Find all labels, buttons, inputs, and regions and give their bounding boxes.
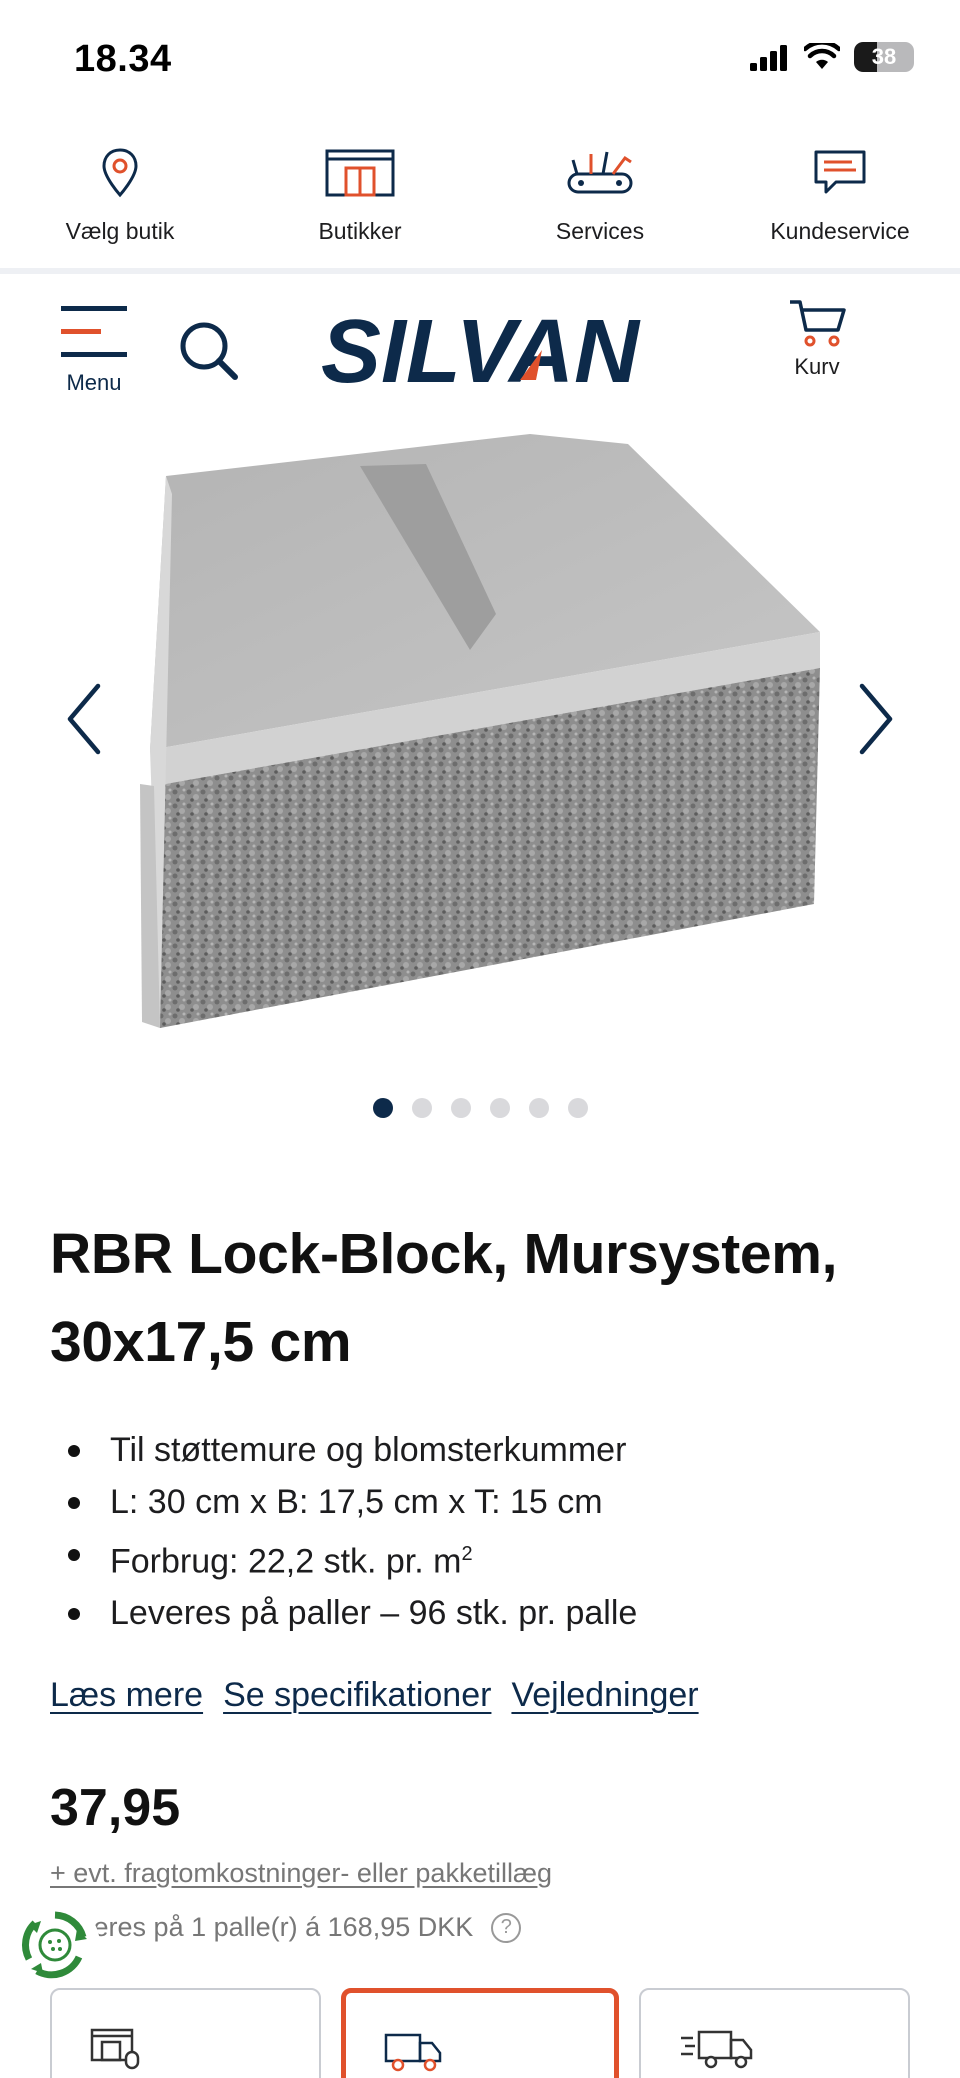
service-item-customer-service[interactable]: Kundeservice (720, 120, 960, 268)
search-icon (180, 322, 238, 380)
product-image[interactable] (130, 424, 830, 1049)
chat-icon (812, 138, 868, 208)
pagination-dot[interactable] (528, 1098, 549, 1118)
service-item-choose-store[interactable]: Vælg butik (0, 120, 240, 268)
fast-delivery-icon (680, 2030, 752, 2069)
service-nav: Vælg butik Butikker Services Kundeservic… (0, 120, 960, 268)
cart-label: Kurv (794, 354, 840, 379)
option-click-collect[interactable] (50, 1988, 322, 2078)
service-label: Butikker (318, 218, 402, 244)
menu-button[interactable]: Menu (54, 302, 134, 396)
help-icon[interactable]: ? (491, 1912, 522, 1943)
chevron-right-icon (859, 683, 893, 755)
option-home-delivery[interactable] (341, 1988, 619, 2078)
status-time: 18.34 (74, 38, 172, 80)
cart-button[interactable]: Kurv (780, 298, 854, 380)
delivery-note: Leveres på 1 palle(r) á 168,95 DKK ? (50, 1912, 522, 1943)
service-label: Services (555, 218, 645, 244)
delivery-options (50, 1988, 910, 2078)
service-item-stores[interactable]: Butikker (240, 120, 480, 268)
click-collect-icon (90, 2028, 140, 2070)
search-button[interactable] (178, 320, 240, 387)
specifications-link[interactable]: Se specifikationer (223, 1676, 491, 1715)
pagination-dot[interactable] (567, 1098, 588, 1118)
menu-label: Menu (66, 370, 122, 395)
chevron-left-icon (67, 683, 101, 755)
pagination-dot[interactable] (489, 1098, 510, 1118)
status-bar: 18.34 38 (0, 0, 960, 120)
product-title: RBR Lock-Block, Mursystem, 30x17,5 cm (50, 1222, 838, 1374)
product-highlights: Til støttemure og blomsterkummer L: 30 c… (66, 1424, 637, 1639)
hamburger-icon (61, 306, 127, 357)
next-image-button[interactable] (846, 674, 906, 764)
pagination-dot[interactable] (372, 1098, 393, 1118)
option-fast-delivery[interactable] (638, 1988, 910, 2078)
map-pin-icon (100, 138, 140, 208)
pagination-dot[interactable] (411, 1098, 432, 1118)
previous-image-button[interactable] (54, 674, 114, 764)
silvan-logo[interactable]: SILVAN (318, 302, 642, 402)
delivery-truck-icon (385, 2033, 442, 2072)
gallery-pagination (0, 1098, 960, 1118)
tools-icon (563, 138, 637, 208)
wifi-icon (804, 43, 840, 69)
logo-text: SILVAN (321, 312, 641, 392)
service-label: Kundeservice (770, 218, 910, 244)
service-label: Vælg butik (65, 218, 175, 244)
signal-icon (750, 45, 787, 71)
delivery-note-text: Leveres på 1 palle(r) á 168,95 DKK (50, 1912, 474, 1942)
recycle-badge-icon[interactable] (10, 1900, 100, 1990)
status-icons: 38 (750, 42, 914, 72)
header: Menu SILVAN Kurv (0, 274, 960, 424)
store-icon (324, 138, 396, 208)
read-more-link[interactable]: Læs mere (50, 1676, 203, 1715)
highlight-item: Til støttemure og blomsterkummer (66, 1424, 637, 1476)
product-gallery (0, 424, 960, 1064)
guides-link[interactable]: Vejledninger (511, 1676, 698, 1715)
highlight-item: L: 30 cm x B: 17,5 cm x T: 15 cm (66, 1476, 637, 1528)
freight-costs-link[interactable]: + evt. fragtomkostninger- eller pakketil… (50, 1858, 552, 1889)
battery-icon: 38 (854, 42, 914, 72)
highlight-item: Forbrug: 22,2 stk. pr. m2 (66, 1528, 637, 1587)
cart-icon (790, 300, 846, 347)
battery-level: 38 (871, 44, 897, 69)
service-item-services[interactable]: Services (480, 120, 720, 268)
product-links: Læs mere Se specifikationer Vejledninger (50, 1676, 699, 1715)
highlight-item: Leveres på paller – 96 stk. pr. palle (66, 1587, 637, 1639)
pagination-dot[interactable] (450, 1098, 471, 1118)
product-price: 37,95 (50, 1779, 181, 1837)
